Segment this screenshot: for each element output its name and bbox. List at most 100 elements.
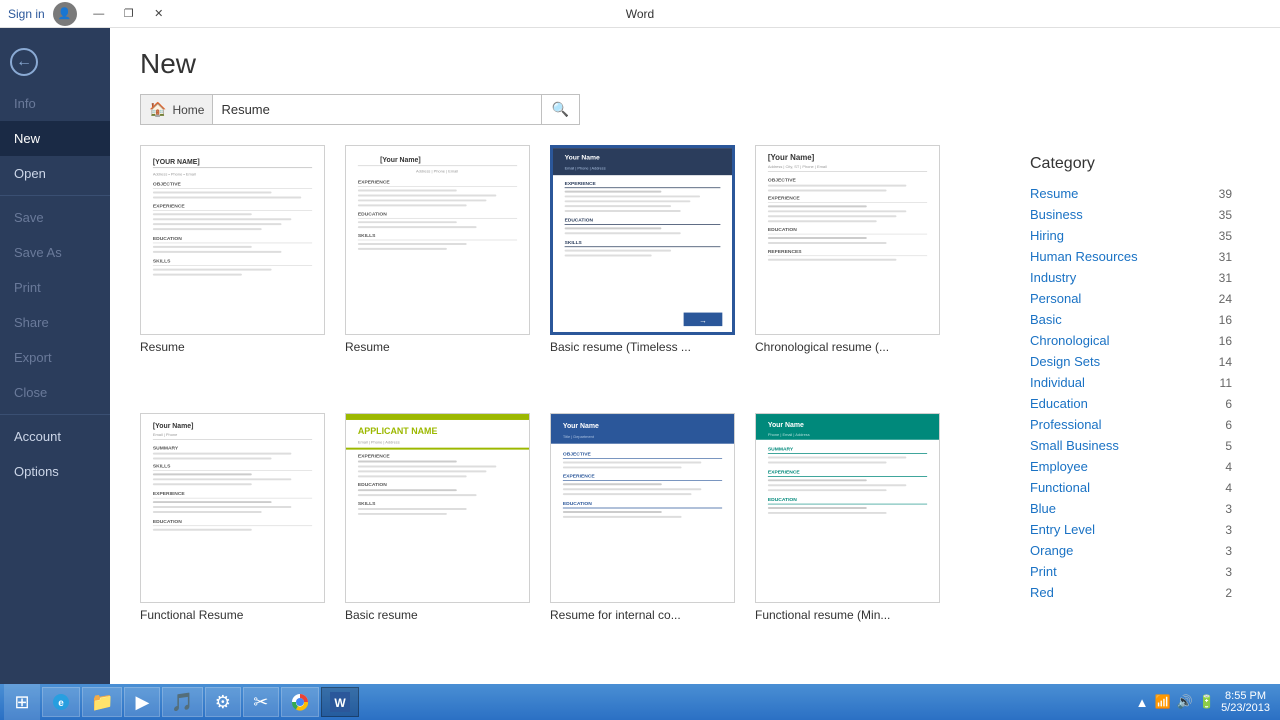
template-label-8: Functional resume (Min... (755, 608, 940, 622)
sidebar-item-save-as: Save As (0, 235, 110, 270)
back-button[interactable]: ← (0, 38, 48, 86)
category-item-professional[interactable]: Professional6 (1030, 414, 1250, 435)
category-item-hiring[interactable]: Hiring35 (1030, 225, 1250, 246)
svg-text:Email | Phone: Email | Phone (153, 431, 178, 436)
category-panel: Category Resume39 Business35 Hiring35 Hu… (1020, 145, 1250, 664)
taskbar: ⊞ e 📁 ▶ 🎵 ⚙ ✂ W ▲ 📶 🔊 🔋 8:55 PM 5/23/201… (0, 684, 1280, 720)
category-item-chronological[interactable]: Chronological16 (1030, 330, 1250, 351)
svg-text:EDUCATION: EDUCATION (563, 501, 592, 507)
category-item-basic[interactable]: Basic16 (1030, 309, 1250, 330)
template-thumb-7: Your Name Title | Department OBJECTIVE E… (550, 413, 735, 603)
taskbar-settings[interactable]: ⚙ (205, 687, 241, 717)
category-item-design-sets[interactable]: Design Sets14 (1030, 351, 1250, 372)
search-bar: 🏠 Home 🔍 (140, 94, 580, 125)
template-card-2[interactable]: [Your Name] Address | Phone | Email EXPE… (345, 145, 530, 397)
svg-text:EDUCATION: EDUCATION (768, 497, 797, 503)
tray-network[interactable]: 📶 (1155, 694, 1171, 710)
template-card-6[interactable]: APPLICANT NAME Email | Phone | Address E… (345, 413, 530, 665)
taskbar-music[interactable]: 🎵 (162, 687, 202, 717)
category-item-red[interactable]: Red2 (1030, 582, 1250, 603)
svg-text:OBJECTIVE: OBJECTIVE (153, 182, 182, 188)
template-label-2: Resume (345, 340, 530, 354)
taskbar-time-display: 8:55 PM (1221, 690, 1270, 702)
category-item-personal[interactable]: Personal24 (1030, 288, 1250, 309)
svg-text:[YOUR NAME]: [YOUR NAME] (153, 159, 200, 166)
category-scroll: Resume39 Business35 Hiring35 Human Resou… (1030, 183, 1250, 654)
sign-in-link[interactable]: Sign in (8, 7, 45, 21)
category-item-industry[interactable]: Industry31 (1030, 267, 1250, 288)
content-area: New 🏠 Home 🔍 [YOUR NAME] (110, 28, 1280, 684)
svg-text:SKILLS: SKILLS (565, 240, 583, 246)
template-label-7: Resume for internal co... (550, 608, 735, 622)
sidebar-item-account[interactable]: Account (0, 419, 110, 454)
category-item-small-business[interactable]: Small Business5 (1030, 435, 1250, 456)
svg-text:EXPERIENCE: EXPERIENCE (358, 453, 391, 459)
svg-text:W: W (334, 696, 346, 710)
template-card-1[interactable]: [YOUR NAME] Address • Phone • Email OBJE… (140, 145, 325, 397)
svg-text:Your Name: Your Name (768, 421, 804, 428)
category-item-orange[interactable]: Orange3 (1030, 540, 1250, 561)
start-button[interactable]: ⊞ (4, 684, 40, 720)
template-card-7[interactable]: Your Name Title | Department OBJECTIVE E… (550, 413, 735, 665)
taskbar-ie[interactable]: e (42, 687, 80, 717)
template-label-5: Functional Resume (140, 608, 325, 622)
taskbar-folder[interactable]: 📁 (82, 687, 122, 717)
template-card-5[interactable]: [Your Name] Email | Phone SUMMARY SKILLS (140, 413, 325, 665)
svg-text:Email | Phone | Address: Email | Phone | Address (358, 439, 400, 444)
svg-text:Your Name: Your Name (563, 422, 599, 429)
template-thumb-6: APPLICANT NAME Email | Phone | Address E… (345, 413, 530, 603)
search-input[interactable] (213, 96, 540, 123)
category-item-individual[interactable]: Individual11 (1030, 372, 1250, 393)
category-item-resume[interactable]: Resume39 (1030, 183, 1250, 204)
template-thumb-4: [Your Name] Address | City, ST | Phone |… (755, 145, 940, 335)
template-card-8[interactable]: Your Name Phone | Email | Address SUMMAR… (755, 413, 940, 665)
svg-text:EXPERIENCE: EXPERIENCE (565, 181, 597, 187)
home-breadcrumb[interactable]: 🏠 Home (141, 95, 213, 124)
category-item-education[interactable]: Education6 (1030, 393, 1250, 414)
taskbar-chrome[interactable] (281, 687, 319, 717)
taskbar-date-display: 5/23/2013 (1221, 702, 1270, 714)
taskbar-snip[interactable]: ✂ (243, 687, 279, 717)
category-list: Resume39 Business35 Hiring35 Human Resou… (1030, 183, 1250, 603)
category-item-blue[interactable]: Blue3 (1030, 498, 1250, 519)
home-icon: 🏠 (149, 101, 166, 118)
category-item-employee[interactable]: Employee4 (1030, 456, 1250, 477)
tray-battery[interactable]: 🔋 (1199, 694, 1215, 710)
template-thumb-5: [Your Name] Email | Phone SUMMARY SKILLS (140, 413, 325, 603)
sidebar-separator-2 (0, 414, 110, 415)
svg-text:EDUCATION: EDUCATION (768, 227, 797, 233)
sidebar-item-new[interactable]: New (0, 121, 110, 156)
svg-text:EXPERIENCE: EXPERIENCE (358, 180, 391, 186)
sidebar-item-options[interactable]: Options (0, 454, 110, 489)
category-item-entry-level[interactable]: Entry Level3 (1030, 519, 1250, 540)
svg-text:EXPERIENCE: EXPERIENCE (768, 469, 801, 475)
minimize-button[interactable]: — (85, 4, 113, 24)
template-thumb-3: Your Name Email | Phone | Address EXPERI… (550, 145, 735, 335)
svg-text:Address | City, ST | Phone | E: Address | City, ST | Phone | Email (768, 164, 827, 169)
sidebar-item-export: Export (0, 340, 110, 375)
close-button[interactable]: ✕ (145, 4, 173, 24)
category-item-functional[interactable]: Functional4 (1030, 477, 1250, 498)
template-label-1: Resume (140, 340, 325, 354)
taskbar-word[interactable]: W (321, 687, 359, 717)
svg-text:SKILLS: SKILLS (358, 501, 376, 507)
svg-text:→: → (699, 316, 707, 325)
tray-volume[interactable]: 🔊 (1177, 694, 1193, 710)
sidebar-item-info[interactable]: Info (0, 86, 110, 121)
taskbar-clock[interactable]: 8:55 PM 5/23/2013 (1221, 690, 1270, 714)
template-card-4[interactable]: [Your Name] Address | City, ST | Phone |… (755, 145, 940, 397)
search-button[interactable]: 🔍 (541, 95, 579, 124)
template-card-3[interactable]: Your Name Email | Phone | Address EXPERI… (550, 145, 735, 397)
template-label-4: Chronological resume (... (755, 340, 940, 354)
tray-show-desktop[interactable]: ▲ (1136, 695, 1149, 710)
category-item-human-resources[interactable]: Human Resources31 (1030, 246, 1250, 267)
avatar[interactable]: 👤 (53, 2, 77, 26)
svg-text:EXPERIENCE: EXPERIENCE (563, 473, 596, 479)
svg-text:SKILLS: SKILLS (153, 463, 171, 469)
sidebar-item-open[interactable]: Open (0, 156, 110, 191)
taskbar-media[interactable]: ▶ (124, 687, 160, 717)
category-item-business[interactable]: Business35 (1030, 204, 1250, 225)
restore-button[interactable]: ❐ (115, 4, 143, 24)
content-header: New 🏠 Home 🔍 (110, 28, 1280, 135)
category-item-print[interactable]: Print3 (1030, 561, 1250, 582)
